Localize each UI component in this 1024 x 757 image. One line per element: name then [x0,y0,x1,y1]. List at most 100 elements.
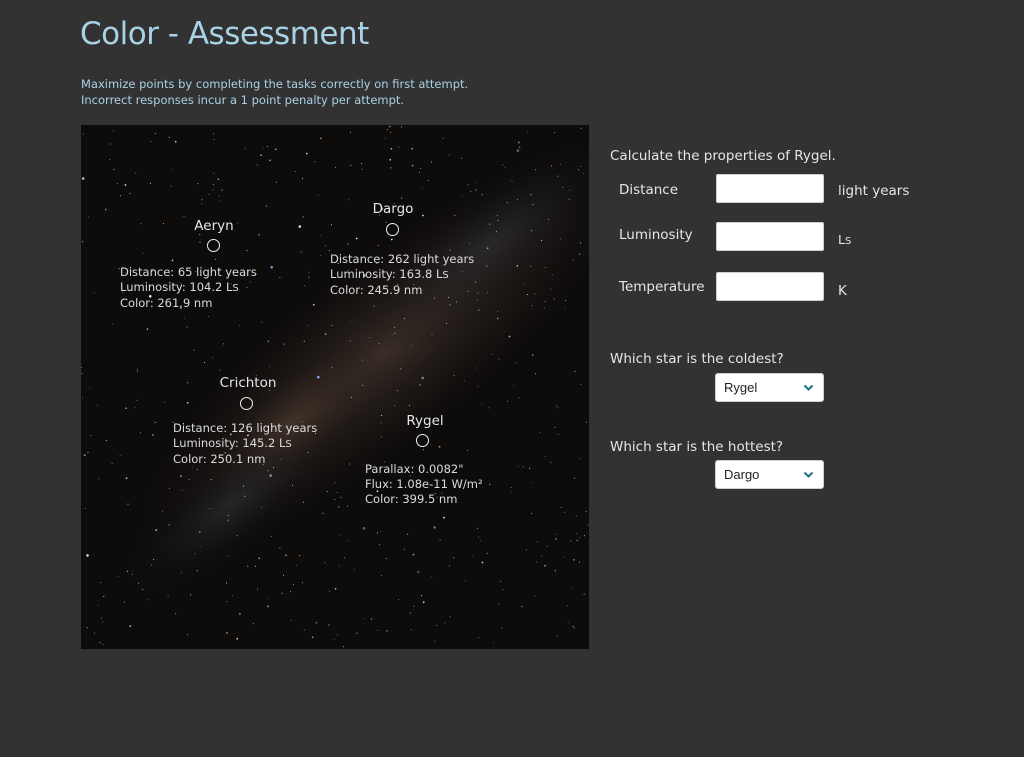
background-star [146,328,149,330]
background-star [96,404,98,406]
background-star [187,634,188,636]
background-star [301,251,303,253]
temperature-unit: K [838,283,847,299]
temperature-input[interactable] [716,272,824,301]
background-star [444,622,446,624]
background-star [344,557,346,559]
background-star [390,147,393,150]
background-star [394,332,396,334]
background-star [84,508,86,509]
background-star [269,365,271,367]
background-star [535,373,536,375]
hottest-question: Which star is the hottest? [610,439,784,455]
background-star [560,238,562,240]
star-info-aeryn: Distance: 65 light years Luminosity: 104… [120,265,257,311]
background-star [312,303,315,306]
background-star [544,301,546,302]
background-star [325,245,327,247]
star-marker-crichton[interactable] [240,397,253,410]
background-star [125,407,127,410]
background-star [421,376,425,380]
background-star [431,333,433,335]
star-info-line: Distance: 262 light years [330,252,475,266]
background-star [164,401,166,403]
background-star [578,458,580,460]
background-star [258,233,260,236]
background-star [330,224,332,226]
hottest-star-select[interactable]: Dargo [715,460,824,489]
background-star [81,373,83,374]
luminosity-unit-subscript: S [844,236,852,247]
background-star [347,243,349,245]
background-star [213,172,215,174]
background-star [409,612,411,614]
star-info-line: Luminosity: 104.2 LS [120,280,257,296]
background-star [331,367,333,369]
background-star [298,225,302,228]
background-star [371,618,373,620]
background-star [551,274,553,276]
star-marker-rygel[interactable] [416,434,429,447]
background-star [193,349,195,351]
background-star [532,482,534,484]
background-star [302,582,303,584]
background-star [404,318,406,319]
background-star [438,445,441,448]
background-star [226,601,228,603]
background-star [381,575,382,577]
background-star [385,221,387,223]
background-star [576,539,578,541]
luminosity-input[interactable] [716,222,824,251]
background-star [380,436,382,438]
background-star [465,580,466,582]
background-star [501,627,503,629]
background-star [476,527,478,529]
star-marker-aeryn[interactable] [207,239,220,252]
background-star [564,511,566,513]
background-star [560,506,562,508]
background-star [546,546,548,548]
background-star [170,185,172,187]
background-star [509,179,511,181]
background-star [184,317,186,319]
background-star [244,495,246,497]
background-star [422,601,425,604]
background-star [502,164,504,166]
star-marker-dargo[interactable] [386,223,399,236]
background-star [112,130,114,132]
background-star [314,161,316,163]
background-star [412,553,415,556]
background-star [530,193,533,196]
luminosity-subscript: S [285,439,292,450]
background-star [568,198,570,200]
background-star [212,356,214,358]
background-star [489,483,491,485]
background-star [342,646,344,648]
background-star [212,183,214,185]
background-star [307,325,309,327]
background-star [328,624,330,626]
background-star [126,570,128,572]
background-star [247,565,249,567]
background-star [587,524,589,526]
coldest-star-select[interactable]: Rygel [715,373,824,402]
distance-input[interactable] [716,174,824,203]
luminosity-unit-symbol: L [838,232,845,247]
background-star [98,478,100,480]
background-star [378,343,380,345]
background-star [127,503,129,505]
background-star [199,241,201,243]
background-star [500,580,502,582]
background-star [162,510,163,512]
chevron-down-icon [803,471,814,478]
background-star [544,564,546,567]
background-star [583,593,585,595]
background-star [267,470,269,472]
background-star [328,250,330,251]
star-info-text: Luminosity: 145.2 L [173,436,286,450]
background-star [260,154,262,157]
background-star [350,164,352,166]
background-star [283,574,284,576]
background-star [377,244,379,246]
background-star [411,344,413,346]
